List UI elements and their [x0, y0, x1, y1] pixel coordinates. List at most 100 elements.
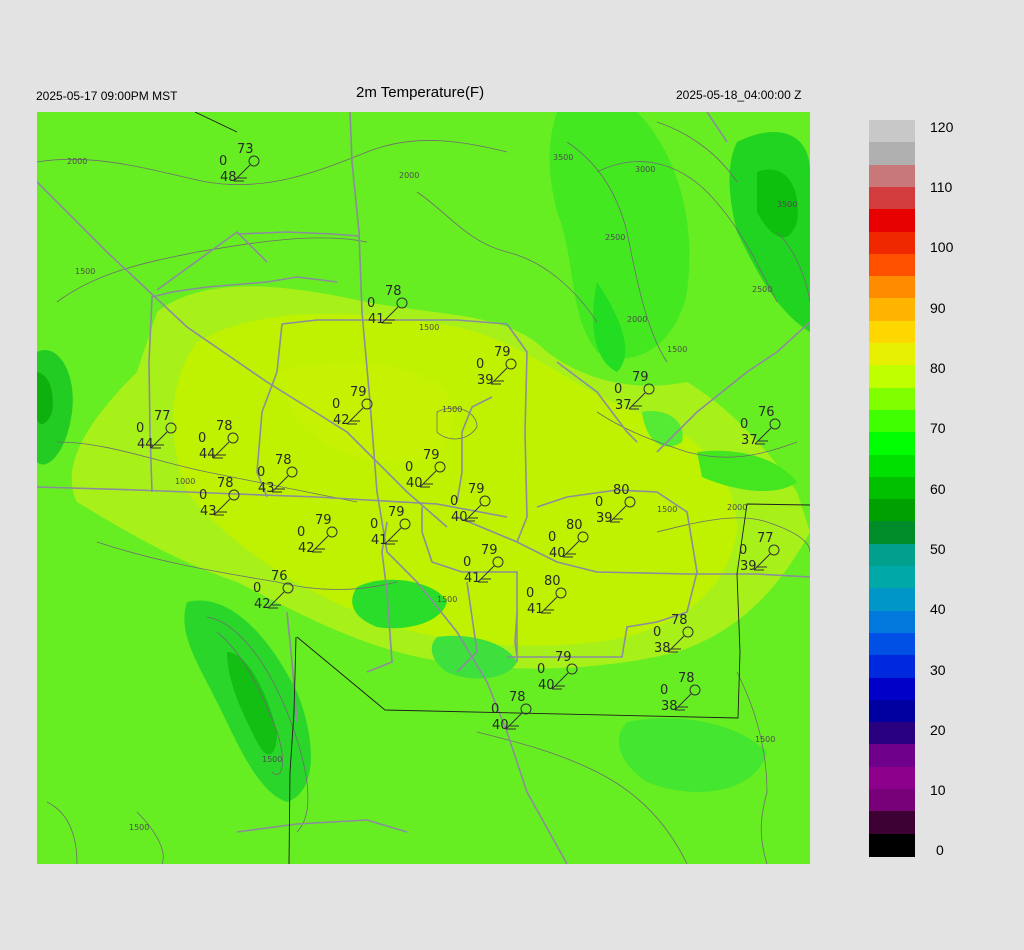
- contour-label: 1500: [755, 735, 775, 744]
- colorbar-block: [869, 566, 915, 589]
- valid-time-label: 2025-05-18_04:00:00 Z: [676, 88, 802, 102]
- station-temperature: 78: [385, 284, 402, 299]
- station-temperature: 79: [555, 650, 572, 665]
- contour-label: 1500: [419, 323, 439, 332]
- station-wind-speed: 0: [257, 465, 265, 480]
- station-wind-speed: 0: [253, 581, 261, 596]
- colorbar-tick-label: 120: [930, 119, 954, 135]
- station-wind-speed: 0: [198, 431, 206, 446]
- colorbar-block: [869, 432, 915, 456]
- station-dewpoint: 40: [492, 718, 509, 733]
- station-dewpoint: 39: [477, 373, 494, 388]
- station-wind-speed: 0: [653, 625, 661, 640]
- station-temperature: 76: [758, 405, 775, 420]
- contour-label: 1500: [657, 505, 677, 514]
- station-temperature: 80: [566, 518, 583, 533]
- contour-label: 2500: [752, 285, 772, 294]
- contour-label: 2500: [605, 233, 625, 242]
- colorbar-tick-label: 10: [930, 782, 946, 798]
- map-title: 2m Temperature(F): [356, 84, 485, 101]
- colorbar-tick-label: 0: [936, 842, 944, 858]
- colorbar-block: [869, 744, 915, 768]
- station-wind-speed: 0: [491, 702, 499, 717]
- station-dewpoint: 42: [254, 597, 271, 612]
- colorbar-block: [869, 476, 915, 500]
- station-temperature: 76: [271, 569, 288, 584]
- station-wind-speed: 0: [463, 555, 471, 570]
- colorbar-block: [869, 276, 915, 299]
- contour-label: 2000: [627, 315, 647, 324]
- colorbar-tick-label: 50: [930, 541, 946, 557]
- station-temperature: 73: [237, 142, 254, 157]
- colorbar-block: [869, 120, 915, 143]
- colorbar-block: [869, 811, 915, 835]
- station-dewpoint: 40: [451, 510, 468, 525]
- colorbar-block: [869, 298, 915, 322]
- station-wind-speed: 0: [740, 417, 748, 432]
- station-dewpoint: 41: [371, 533, 388, 548]
- colorbar-block: [869, 677, 915, 701]
- station-temperature: 78: [216, 419, 233, 434]
- station-wind-speed: 0: [199, 488, 207, 503]
- colorbar-block: [869, 588, 915, 612]
- station-dewpoint: 40: [538, 678, 555, 693]
- colorbar-block: [869, 655, 915, 679]
- colorbar-block: [869, 320, 915, 344]
- station-temperature: 79: [481, 543, 498, 558]
- colorbar-block: [869, 387, 915, 411]
- colorbar-tick-label: 70: [930, 420, 946, 436]
- colorbar-block: [869, 164, 915, 188]
- station-dewpoint: 38: [661, 699, 678, 714]
- station-temperature: 79: [388, 505, 405, 520]
- temperature-map: 2000 1500 1000 1500 1500 1500 2000 2500 …: [37, 112, 810, 864]
- colorbar-tick-label: 40: [930, 601, 946, 617]
- station-dewpoint: 44: [199, 447, 216, 462]
- station-dewpoint: 41: [527, 602, 544, 617]
- colorbar-block: [869, 699, 915, 723]
- station-wind-speed: 0: [367, 296, 375, 311]
- colorbar-tick-label: 20: [930, 722, 946, 738]
- station-dewpoint: 43: [200, 504, 217, 519]
- colorbar-block: [869, 142, 915, 166]
- colorbar-block: [869, 610, 915, 634]
- colorbar-block: [869, 209, 915, 233]
- station-temperature: 79: [315, 513, 332, 528]
- colorbar-block: [869, 766, 915, 790]
- station-dewpoint: 40: [549, 546, 566, 561]
- station-wind-speed: 0: [405, 460, 413, 475]
- contour-label: 1500: [667, 345, 687, 354]
- color-bar: [869, 120, 915, 857]
- contour-label: 1000: [175, 477, 195, 486]
- station-dewpoint: 42: [333, 413, 350, 428]
- station-wind-speed: 0: [370, 517, 378, 532]
- contour-label: 1500: [437, 595, 457, 604]
- contour-label: 3500: [553, 153, 573, 162]
- station-wind-speed: 0: [136, 421, 144, 436]
- station-wind-speed: 0: [526, 586, 534, 601]
- colorbar-block: [869, 632, 915, 656]
- colorbar-tick-label: 80: [930, 360, 946, 376]
- station-dewpoint: 38: [654, 641, 671, 656]
- colorbar-tick-label: 100: [930, 239, 954, 255]
- station-dewpoint: 44: [137, 437, 154, 452]
- station-wind-speed: 0: [614, 382, 622, 397]
- colorbar-block: [869, 833, 915, 857]
- station-dewpoint: 37: [741, 433, 758, 448]
- local-time-label: 2025-05-17 09:00PM MST: [36, 89, 178, 103]
- colorbar-block: [869, 231, 915, 255]
- contour-label: 2000: [67, 157, 87, 166]
- station-wind-speed: 0: [548, 530, 556, 545]
- station-temperature: 80: [544, 574, 561, 589]
- contour-label: 2000: [727, 503, 747, 512]
- station-wind-speed: 0: [476, 357, 484, 372]
- colorbar-tick-label: 90: [930, 300, 946, 316]
- station-temperature: 79: [468, 482, 485, 497]
- colorbar-block: [869, 253, 915, 277]
- station-wind-speed: 0: [332, 397, 340, 412]
- contour-label: 1500: [262, 755, 282, 764]
- colorbar-block: [869, 186, 915, 210]
- station-wind-speed: 0: [595, 495, 603, 510]
- colorbar-block: [869, 454, 915, 478]
- colorbar-block: [869, 543, 915, 567]
- station-wind-speed: 0: [660, 683, 668, 698]
